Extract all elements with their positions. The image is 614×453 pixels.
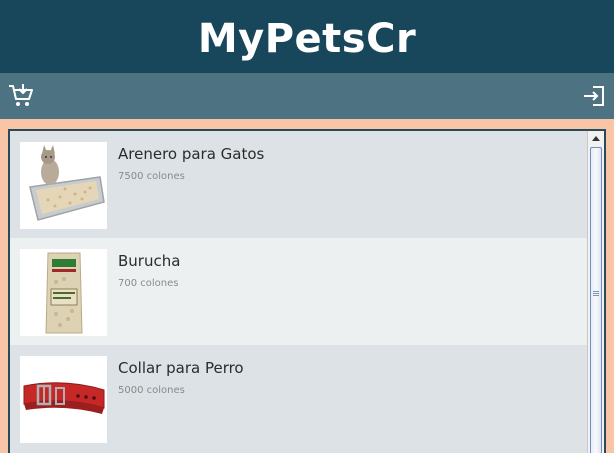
- toolbar: [0, 73, 614, 119]
- product-price: 700 colones: [118, 278, 179, 289]
- scroll-up-arrow-icon[interactable]: [588, 131, 604, 145]
- product-name: Arenero para Gatos: [118, 145, 265, 163]
- product-name: Burucha: [118, 252, 181, 270]
- list-item[interactable]: Burucha 700 colones: [10, 238, 589, 345]
- product-image: [20, 249, 107, 336]
- product-image: [20, 356, 107, 443]
- cart-add-icon: [9, 84, 33, 106]
- login-button[interactable]: [582, 84, 606, 108]
- sign-in-icon: [584, 86, 604, 106]
- app-header: MyPetsCr: [0, 0, 614, 73]
- product-image: [20, 142, 107, 229]
- product-price: 7500 colones: [118, 171, 185, 182]
- app-title: MyPetsCr: [197, 15, 417, 62]
- cart-button[interactable]: [8, 83, 34, 109]
- product-list[interactable]: Arenero para Gatos 7500 colones Burucha …: [8, 129, 606, 453]
- dog-collar-image: [20, 356, 107, 443]
- list-item[interactable]: Arenero para Gatos 7500 colones: [10, 131, 589, 238]
- vertical-scrollbar[interactable]: [587, 131, 604, 453]
- list-item[interactable]: Collar para Perro 5000 colones: [10, 345, 589, 452]
- scrollbar-grip-icon: [593, 291, 599, 296]
- scrollbar-thumb[interactable]: [590, 147, 602, 453]
- product-price: 5000 colones: [118, 385, 185, 396]
- litter-box-image: [20, 142, 107, 229]
- product-name: Collar para Perro: [118, 359, 244, 377]
- wood-shavings-bag-image: [20, 249, 107, 336]
